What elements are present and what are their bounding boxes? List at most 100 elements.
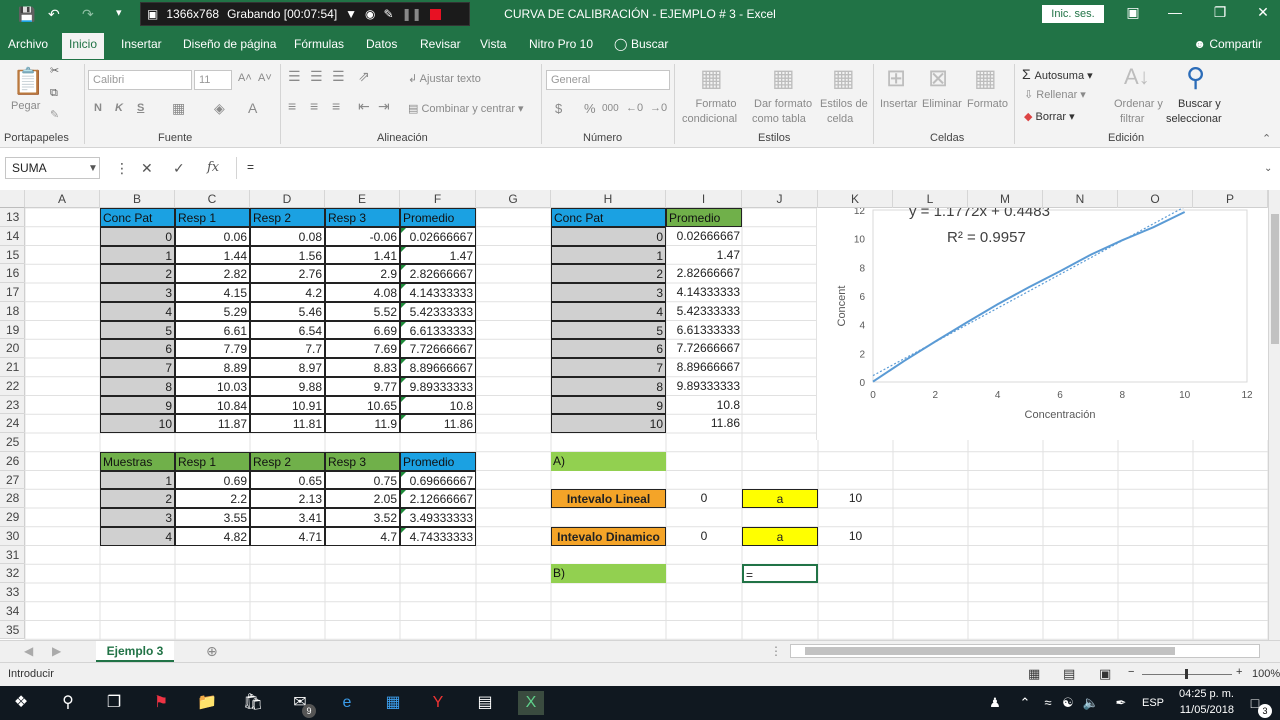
cell-styles-icon[interactable]: ▦ bbox=[832, 64, 855, 93]
table2-cell[interactable]: 3.55 bbox=[175, 508, 250, 527]
table1-cell[interactable]: 7.7 bbox=[250, 339, 325, 358]
dynamic-range-from[interactable]: 0 bbox=[666, 527, 742, 546]
worksheet-grid[interactable]: ABCDEFGHIJKLMNOP 13 14 15 16 17 18 19 20 21 22 23 2… bbox=[0, 190, 1268, 640]
tab-diseno-pagina[interactable]: Diseño de página bbox=[183, 37, 276, 51]
windows-app-icon[interactable]: ▦ bbox=[380, 691, 406, 715]
cell-styles-label-1[interactable]: Estilos de bbox=[820, 98, 868, 110]
table1-cell[interactable]: 0.02666667 bbox=[400, 226, 476, 246]
table2-cell[interactable]: 2.12666667 bbox=[400, 489, 476, 508]
table1-cell[interactable]: 2.9 bbox=[325, 264, 400, 283]
table3-cell[interactable]: 10.8 bbox=[666, 396, 742, 415]
table1-cell[interactable]: 10.03 bbox=[175, 376, 250, 396]
format-table-label-1[interactable]: Dar formato bbox=[754, 98, 812, 110]
tab-vista[interactable]: Vista bbox=[480, 37, 506, 51]
table3-cell[interactable]: 5 bbox=[551, 320, 666, 340]
table1-cell[interactable]: 6.54 bbox=[250, 320, 325, 340]
table2-cell[interactable]: 0.69 bbox=[175, 470, 250, 490]
name-box[interactable]: SUMA bbox=[5, 157, 100, 179]
table2-header[interactable]: Resp 3 bbox=[325, 451, 400, 471]
fill-button[interactable]: ⇩ Rellenar ▾ bbox=[1024, 88, 1086, 101]
notes-icon[interactable]: ▤ bbox=[472, 691, 498, 715]
table2-cell[interactable]: 4 bbox=[100, 526, 175, 546]
table1-cell[interactable]: 6 bbox=[100, 339, 175, 358]
align-right-icon[interactable]: ≡ bbox=[332, 98, 340, 114]
scroll-left-icon[interactable]: ◀ bbox=[24, 644, 33, 658]
new-sheet-icon[interactable]: ⊕ bbox=[206, 643, 218, 660]
delete-cells-button[interactable]: Eliminar bbox=[922, 98, 962, 110]
number-format-box[interactable]: General bbox=[546, 70, 670, 90]
table3-cell[interactable]: 0.02666667 bbox=[666, 227, 742, 246]
table3-cell[interactable]: 9.89333333 bbox=[666, 377, 742, 396]
format-painter-icon[interactable]: ✎ bbox=[50, 108, 59, 121]
table1-cell[interactable]: 7.72666667 bbox=[400, 339, 476, 358]
redo-icon[interactable]: ↷ bbox=[82, 6, 94, 23]
autosum-button[interactable]: Σ Autosuma ▾ bbox=[1022, 66, 1093, 82]
table1-cell[interactable]: 11.81 bbox=[250, 414, 325, 433]
horizontal-scrollbar[interactable] bbox=[790, 644, 1260, 658]
table3-header[interactable]: Promedio bbox=[666, 208, 742, 227]
table2-cell[interactable]: 0.69666667 bbox=[400, 470, 476, 490]
sort-filter-label-2[interactable]: filtrar bbox=[1120, 113, 1144, 125]
align-left-icon[interactable]: ≡ bbox=[288, 98, 296, 114]
table1-cell[interactable]: 5.42333333 bbox=[400, 301, 476, 321]
table2-cell[interactable]: 0.65 bbox=[250, 470, 325, 490]
linear-range-from[interactable]: 0 bbox=[666, 489, 742, 508]
collapse-ribbon-icon[interactable]: ⌃ bbox=[1262, 132, 1271, 145]
paste-button[interactable]: Pegar bbox=[11, 100, 40, 112]
table3-cell[interactable]: 4 bbox=[551, 301, 666, 321]
italic-button[interactable]: K bbox=[115, 102, 123, 114]
table1-cell[interactable]: 8.89 bbox=[175, 358, 250, 377]
zoom-slider-thumb[interactable] bbox=[1185, 669, 1188, 679]
table3-cell[interactable]: 4.14333333 bbox=[666, 283, 742, 302]
table3-cell[interactable]: 5.42333333 bbox=[666, 302, 742, 321]
zoom-out-icon[interactable]: − bbox=[1128, 666, 1134, 678]
minimize-button[interactable]: — bbox=[1160, 4, 1190, 20]
table1-cell[interactable]: 3 bbox=[100, 283, 175, 302]
decrease-decimal-icon[interactable]: →0 bbox=[650, 102, 667, 114]
merge-center-button[interactable]: ▤ Combinar y centrar ▾ bbox=[408, 102, 524, 115]
search-icon[interactable]: ⚲ bbox=[55, 691, 81, 715]
table1-cell[interactable]: 0.08 bbox=[250, 226, 325, 246]
conditional-format-label-2[interactable]: condicional bbox=[682, 113, 737, 125]
tab-archivo[interactable]: Archivo bbox=[8, 37, 48, 51]
table2-cell[interactable]: 2.13 bbox=[250, 489, 325, 508]
wrap-text-button[interactable]: ↲ Ajustar texto bbox=[408, 72, 481, 85]
table2-cell[interactable]: 1 bbox=[100, 470, 175, 490]
undo-icon[interactable]: ↶ bbox=[48, 6, 60, 23]
vertical-scrollbar[interactable] bbox=[1268, 190, 1280, 640]
table1-header[interactable]: Resp 3 bbox=[325, 208, 400, 227]
close-button[interactable]: ✕ bbox=[1248, 4, 1278, 21]
table1-cell[interactable]: 6.61333333 bbox=[400, 320, 476, 340]
table1-header[interactable]: Promedio bbox=[400, 208, 476, 227]
yandex-icon[interactable]: Y bbox=[425, 691, 451, 715]
expand-formula-icon[interactable]: ⌄ bbox=[1264, 163, 1272, 174]
cell-styles-label-2[interactable]: celda bbox=[827, 113, 853, 125]
stop-icon[interactable] bbox=[429, 8, 441, 20]
increase-decimal-icon[interactable]: ←0 bbox=[626, 102, 643, 114]
dynamic-range-to[interactable]: 10 bbox=[818, 527, 893, 546]
dropdown-icon[interactable]: ▼ bbox=[345, 7, 357, 21]
ribbon-display-icon[interactable]: ▣ bbox=[1118, 4, 1148, 21]
table1-cell[interactable]: 1.47 bbox=[400, 245, 476, 265]
insert-cells-icon[interactable]: ⊞ bbox=[886, 64, 906, 93]
table1-cell[interactable]: 8.83 bbox=[325, 358, 400, 377]
table1-cell[interactable]: -0.06 bbox=[325, 226, 400, 246]
table1-cell[interactable]: 9.88 bbox=[250, 376, 325, 396]
file-explorer-icon[interactable]: 📁 bbox=[194, 691, 220, 715]
table1-cell[interactable]: 6.61 bbox=[175, 320, 250, 340]
tab-revisar[interactable]: Revisar bbox=[420, 37, 461, 51]
dynamic-range-label[interactable]: Intevalo Dinamico bbox=[551, 526, 666, 546]
table1-cell[interactable]: 9 bbox=[100, 395, 175, 415]
font-name-box[interactable]: Calibri bbox=[88, 70, 192, 90]
tell-me-search[interactable]: Buscar bbox=[631, 37, 668, 51]
share-button[interactable]: ☻ Compartir bbox=[1193, 37, 1262, 51]
maximize-button[interactable]: ❐ bbox=[1205, 4, 1235, 21]
bold-button[interactable]: N bbox=[94, 102, 102, 114]
table2-cell[interactable]: 4.82 bbox=[175, 526, 250, 546]
table3-header[interactable]: Conc Pat bbox=[551, 208, 666, 227]
table1-cell[interactable]: 9.77 bbox=[325, 376, 400, 396]
table1-cell[interactable]: 2.76 bbox=[250, 264, 325, 283]
table3-cell[interactable]: 9 bbox=[551, 395, 666, 415]
tab-formulas[interactable]: Fórmulas bbox=[294, 37, 344, 51]
zoom-level[interactable]: 100% bbox=[1252, 668, 1280, 680]
